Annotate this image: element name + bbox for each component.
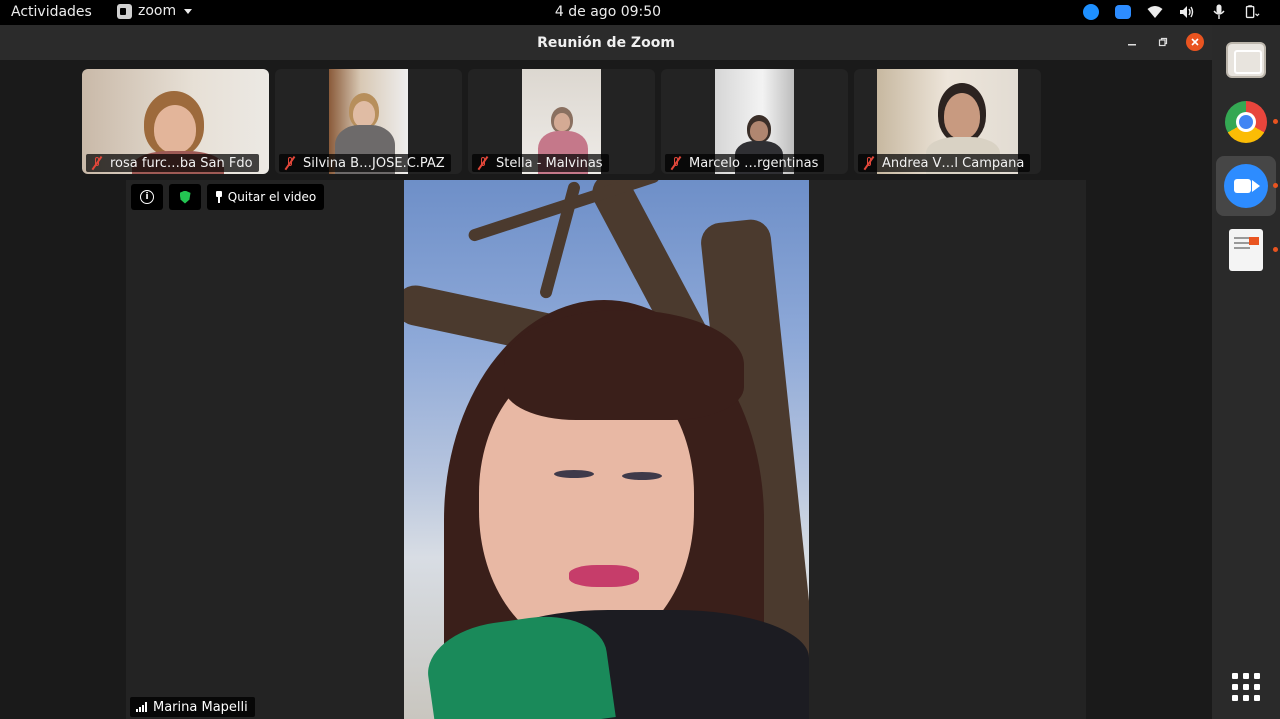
participant-name-label: Stella - Malvinas	[472, 154, 609, 172]
volume-icon[interactable]	[1178, 3, 1196, 21]
microphone-icon[interactable]	[1210, 3, 1228, 21]
microphone-muted-icon	[862, 156, 876, 170]
minimize-icon	[1128, 44, 1136, 46]
participant-name-label: rosa furc…ba San Fdo	[86, 154, 259, 172]
close-button[interactable]	[1186, 33, 1204, 51]
dock-files[interactable]	[1216, 30, 1276, 90]
window-titlebar[interactable]: Reunión de Zoom	[0, 25, 1212, 60]
dock-zoom[interactable]	[1216, 156, 1278, 216]
participant-name-label: Andrea V…l Campana	[858, 154, 1031, 172]
files-icon	[1226, 42, 1266, 78]
system-tray[interactable]	[1082, 3, 1260, 21]
meeting-info-button[interactable]: i	[131, 184, 163, 210]
microphone-muted-icon	[669, 156, 683, 170]
show-applications-button[interactable]	[1216, 657, 1276, 717]
participant-name-label: Marcelo …rgentinas	[665, 154, 825, 172]
close-icon	[1191, 38, 1199, 46]
dock	[1212, 25, 1280, 719]
microphone-muted-icon	[90, 156, 104, 170]
dock-document-viewer[interactable]	[1216, 220, 1278, 280]
chrome-icon	[1225, 101, 1267, 143]
zoom-tray-icon[interactable]	[1114, 3, 1132, 21]
info-icon: i	[140, 190, 154, 204]
microphone-muted-icon	[283, 156, 297, 170]
battery-icon[interactable]	[1242, 3, 1260, 21]
zoom-window: Reunión de Zoom rosa furc…ba San Fdo Sil…	[0, 25, 1212, 719]
running-indicator	[1273, 119, 1278, 124]
maximize-button[interactable]	[1154, 33, 1172, 51]
minimize-button[interactable]	[1123, 33, 1141, 51]
clock[interactable]: 4 de ago 09:50	[0, 4, 1216, 20]
top-bar: Actividades zoom 4 de ago 09:50	[0, 0, 1280, 25]
maximize-icon	[1158, 37, 1168, 47]
participant-tile[interactable]: Marcelo …rgentinas	[661, 69, 848, 174]
participant-tile[interactable]: Silvina B…JOSE.C.PAZ	[275, 69, 462, 174]
wifi-icon[interactable]	[1146, 3, 1164, 21]
unpin-video-label: Quitar el video	[227, 190, 317, 204]
speaker-video	[404, 180, 809, 719]
security-button[interactable]	[169, 184, 201, 210]
microphone-muted-icon	[476, 156, 490, 170]
participant-tile[interactable]: Stella - Malvinas	[468, 69, 655, 174]
pin-icon	[215, 191, 223, 203]
participant-tile[interactable]: rosa furc…ba San Fdo	[82, 69, 269, 174]
unpin-video-button[interactable]: Quitar el video	[207, 184, 324, 210]
window-title: Reunión de Zoom	[537, 35, 675, 51]
connection-signal-icon	[136, 702, 147, 712]
shield-icon	[179, 190, 191, 204]
zoom-icon	[1224, 164, 1268, 208]
participant-name-label: Silvina B…JOSE.C.PAZ	[279, 154, 451, 172]
active-speaker-area: i Quitar el video Marina Mapelli	[126, 180, 1086, 719]
participant-tile[interactable]: Andrea V…l Campana	[854, 69, 1041, 174]
dock-chrome[interactable]	[1216, 92, 1278, 152]
show-applications-icon	[1232, 673, 1260, 701]
document-viewer-icon	[1229, 229, 1263, 271]
speaker-name-label: Marina Mapelli	[130, 697, 255, 717]
teamviewer-icon[interactable]	[1082, 3, 1100, 21]
running-indicator	[1273, 183, 1278, 188]
running-indicator	[1273, 247, 1278, 252]
